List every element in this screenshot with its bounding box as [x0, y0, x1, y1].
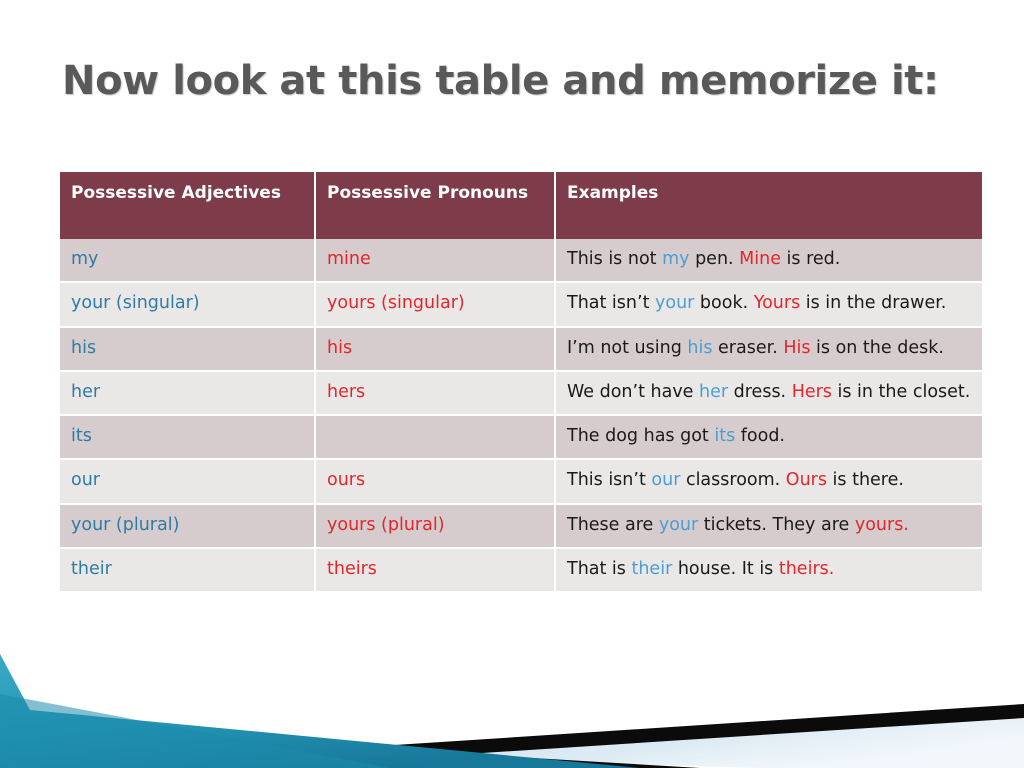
example-text: house. It is	[672, 558, 779, 579]
pale-blue-wedge-shape	[120, 716, 1024, 768]
table-row: their theirs That is their house. It is th…	[60, 547, 982, 594]
example-text: These are	[567, 514, 659, 535]
cell-possessive-adjective: their	[60, 547, 316, 594]
example-highlight-adjective: your	[658, 514, 699, 535]
cell-possessive-adjective: your (plural)	[60, 503, 316, 549]
example-highlight-pronoun: yours.	[854, 514, 909, 535]
cell-possessive-adjective: our	[60, 459, 316, 505]
cell-possessive-adjective: his	[60, 326, 316, 372]
cell-example: That is their house. It is theirs.	[555, 547, 982, 594]
example-text: book.	[694, 293, 754, 314]
column-header-possessive-adjectives: Possessive Adjectives	[60, 172, 316, 239]
example-highlight-adjective: my	[662, 249, 690, 269]
table-row: your (singular) yours (singular) That isn’…	[60, 282, 982, 328]
table-row: her hers We don’t have her dress. Hers is …	[60, 370, 982, 417]
example-highlight-pronoun: Yours	[753, 293, 801, 314]
example-text: eraser.	[712, 337, 784, 358]
cell-example: That isn’t your book. Yours is in the dr…	[555, 282, 982, 328]
cell-possessive-pronoun	[315, 415, 556, 461]
example-highlight-pronoun: theirs.	[778, 558, 835, 579]
example-text: We don’t have	[567, 381, 700, 402]
cell-possessive-pronoun: yours (plural)	[315, 503, 556, 549]
example-highlight-pronoun: Ours	[785, 470, 827, 491]
example-highlight-pronoun: His	[783, 337, 811, 358]
cell-example: We don’t have her dress. Hers is in the …	[555, 370, 982, 417]
teal-wedge-shape-2	[0, 694, 390, 768]
example-highlight-adjective: our	[651, 470, 681, 491]
cell-possessive-pronoun: theirs	[315, 547, 556, 594]
possessives-table: Possessive Adjectives Possessive Pronoun…	[60, 172, 982, 594]
column-header-examples: Examples	[555, 172, 982, 239]
example-text: is on the desk.	[810, 337, 944, 358]
cell-possessive-pronoun: hers	[315, 370, 556, 417]
table-body: my mine This is not my pen. Mine is red. yo…	[60, 239, 982, 594]
example-text: That isn’t	[567, 293, 655, 314]
corner-decoration	[0, 654, 1024, 768]
table-row: our ours This isn’t our classroom. Ours is…	[60, 459, 982, 505]
table-row: his his I’m not using his eraser. His is o…	[60, 326, 982, 372]
cell-possessive-pronoun: yours (singular)	[315, 282, 556, 328]
cell-possessive-adjective: its	[60, 415, 316, 461]
cell-possessive-adjective: her	[60, 370, 316, 417]
page-title: Now look at this table and memorize it:	[62, 58, 939, 104]
cell-example: This isn’t our classroom. Ours is there.	[555, 459, 982, 505]
example-text: is there.	[826, 470, 904, 491]
example-highlight-adjective: her	[699, 381, 729, 402]
example-text: I’m not using	[567, 337, 688, 358]
cell-possessive-pronoun: ours	[315, 459, 556, 505]
example-text: tickets. They are	[698, 514, 855, 535]
example-text: dress.	[728, 381, 792, 402]
table-header: Possessive Adjectives Possessive Pronoun…	[60, 172, 982, 239]
table-row: my mine This is not my pen. Mine is red.	[60, 239, 982, 284]
example-highlight-adjective: their	[631, 558, 673, 579]
cell-example: The dog has got its food.	[555, 415, 982, 461]
cell-possessive-adjective: your (singular)	[60, 282, 316, 328]
teal-wedge-shape	[0, 654, 640, 768]
black-diagonal-band-shape	[0, 726, 700, 768]
possessives-table-container: Possessive Adjectives Possessive Pronoun…	[60, 172, 982, 594]
example-text: pen.	[689, 249, 740, 269]
cell-possessive-pronoun: his	[315, 326, 556, 372]
pale-blue-band-shape	[0, 730, 1024, 768]
example-text: The dog has got	[567, 426, 715, 447]
table-row: its The dog has got its food.	[60, 415, 982, 461]
cell-possessive-pronoun: mine	[315, 239, 556, 284]
example-text: food.	[735, 426, 785, 447]
cell-possessive-adjective: my	[60, 239, 316, 284]
table-header-row: Possessive Adjectives Possessive Pronoun…	[60, 172, 982, 239]
black-diagonal-band-shape-2	[150, 704, 1024, 768]
example-text: is in the closet.	[831, 381, 971, 402]
example-highlight-pronoun: Mine	[739, 249, 781, 269]
slide-canvas: Now look at this table and memorize it: …	[0, 0, 1024, 768]
example-text: classroom.	[680, 470, 786, 491]
cell-example: This is not my pen. Mine is red.	[555, 239, 982, 284]
example-text: That is	[567, 558, 632, 579]
example-highlight-adjective: his	[687, 337, 713, 358]
cell-example: I’m not using his eraser. His is on the …	[555, 326, 982, 372]
example-highlight-adjective: your	[655, 293, 695, 314]
column-header-possessive-pronouns: Possessive Pronouns	[315, 172, 556, 239]
example-text: This is not	[567, 249, 663, 269]
example-text: is red.	[780, 249, 841, 269]
example-highlight-adjective: its	[714, 426, 736, 447]
example-text: This isn’t	[567, 470, 652, 491]
example-text: is in the drawer.	[800, 293, 947, 314]
table-row: your (plural) yours (plural) These are you…	[60, 503, 982, 549]
example-highlight-pronoun: Hers	[791, 381, 832, 402]
cell-example: These are your tickets. They are yours.	[555, 503, 982, 549]
